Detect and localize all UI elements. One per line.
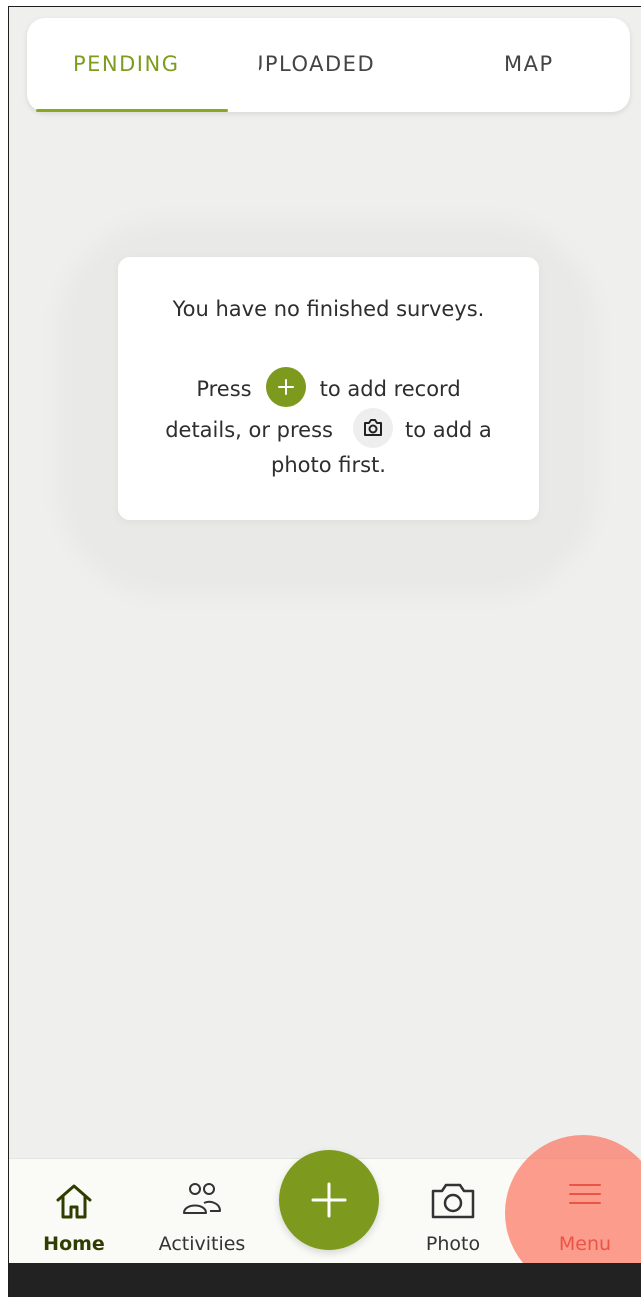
home-icon [53, 1181, 95, 1225]
empty-state-line-press: Press to add record [118, 367, 539, 409]
empty-state-line-details: details, or press to add a [118, 408, 539, 450]
hamburger-icon [568, 1181, 602, 1211]
nav-home[interactable]: Home [31, 1159, 117, 1264]
press-text: Press [196, 377, 252, 401]
nav-photo-label: Photo [425, 1233, 481, 1255]
camera-icon [429, 1181, 477, 1225]
tab-uploaded[interactable]: UPLOADED [259, 52, 384, 76]
system-navigation-bar [9, 1263, 641, 1297]
plus-icon [311, 1182, 347, 1218]
top-tabs: PENDING UPLOADED MAP [27, 18, 630, 112]
inline-camera-icon [352, 408, 393, 448]
app-frame: PENDING UPLOADED MAP You have no finishe… [8, 6, 641, 1297]
nav-home-label: Home [43, 1233, 105, 1255]
add-record-text: to add record [319, 377, 461, 401]
add-record-button[interactable] [279, 1150, 379, 1250]
empty-state-title: You have no finished surveys. [172, 297, 485, 321]
inline-plus-icon [265, 367, 306, 407]
tab-map[interactable]: MAP [504, 52, 554, 76]
people-icon [180, 1181, 224, 1221]
photo-first-text: photo first. [271, 453, 386, 477]
details-text: details, or press [165, 418, 333, 442]
tab-pending[interactable]: PENDING [73, 52, 180, 76]
active-tab-indicator [36, 109, 228, 112]
empty-state-card: You have no finished surveys. Press to ad… [118, 257, 539, 520]
nav-menu[interactable]: Menu [547, 1159, 623, 1264]
nav-activities[interactable]: Activities [147, 1159, 257, 1264]
nav-menu-label: Menu [558, 1233, 612, 1255]
nav-photo[interactable]: Photo [411, 1159, 495, 1264]
add-photo-text: to add a [404, 418, 492, 442]
nav-activities-label: Activities [158, 1233, 246, 1255]
